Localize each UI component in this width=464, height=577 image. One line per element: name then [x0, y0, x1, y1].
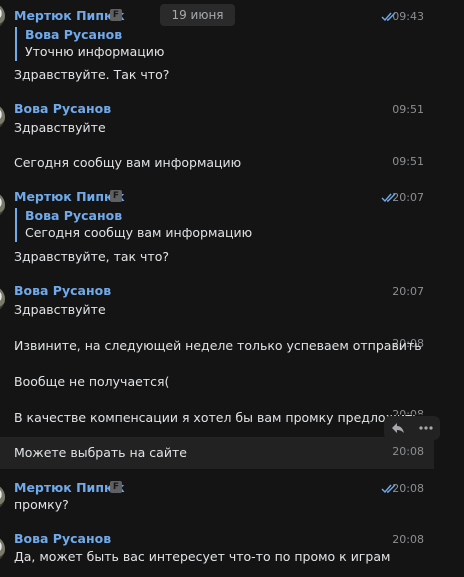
message-time: 20:08 [392, 482, 424, 495]
message-time: 20:08 [392, 533, 424, 546]
message-author[interactable]: Мертюк Пипюк [14, 189, 125, 204]
message-time: 20:07 [392, 191, 424, 204]
more-dots-icon[interactable] [418, 420, 434, 436]
reply-author: Вова Русанов [25, 208, 123, 223]
message-time: 09:51 [392, 103, 424, 116]
message-author[interactable]: Вова Русанов [14, 531, 111, 546]
message-time: 20:07 [392, 285, 424, 298]
avatar[interactable] [0, 286, 5, 312]
message-author[interactable]: Мертюк Пипюк [14, 8, 125, 23]
avatar[interactable] [0, 3, 5, 29]
message-author[interactable]: Вова Русанов [14, 283, 111, 298]
message-text: Сегодня сообщу вам информацию [14, 155, 242, 170]
message-time: 09:51 [392, 155, 424, 168]
f-badge-icon: F [110, 190, 122, 202]
reply-quote[interactable]: Вова Русанов Уточню информацию [15, 27, 164, 61]
avatar[interactable] [0, 484, 5, 510]
message-text: Здравствуйте, так что? [14, 249, 169, 264]
reply-author: Вова Русанов [25, 27, 123, 42]
message-text: Да, может быть вас интересует что-то по … [14, 549, 391, 564]
message-text: промку? [14, 497, 69, 512]
reply-text: Сегодня сообщу вам информацию [25, 225, 253, 240]
message-author[interactable]: Мертюк Пипюк [14, 480, 125, 495]
message-author[interactable]: Вова Русанов [14, 101, 111, 116]
message-feed: Мертюк Пипюк F 19 июня 09:43 Вова Русано… [0, 0, 464, 577]
message-time: 09:43 [392, 10, 424, 23]
message-actions [384, 416, 440, 440]
message-time: 20:08 [392, 445, 424, 458]
message-text: Можете выбрать на сайте [14, 445, 187, 460]
reply-text: Уточню информацию [25, 44, 165, 59]
message-text: Вообще не получается( [14, 374, 170, 389]
message-text: Здравствуйте. Так что? [14, 67, 170, 82]
message-text: В качестве компенсации я хотел бы вам пр… [14, 410, 420, 425]
message-text: Здравствуйте [14, 302, 106, 317]
message-text: Извините, на следующей неделе только усп… [14, 338, 422, 353]
avatar[interactable] [0, 192, 5, 218]
reply-quote[interactable]: Вова Русанов Сегодня сообщу вам информац… [15, 208, 252, 242]
message-text: Здравствуйте [14, 120, 106, 135]
reply-arrow-icon[interactable] [390, 420, 406, 436]
avatar[interactable] [0, 536, 5, 562]
date-separator: 19 июня [160, 4, 235, 26]
f-badge-icon: F [110, 9, 122, 21]
f-badge-icon: F [110, 481, 122, 493]
avatar[interactable] [0, 104, 5, 130]
